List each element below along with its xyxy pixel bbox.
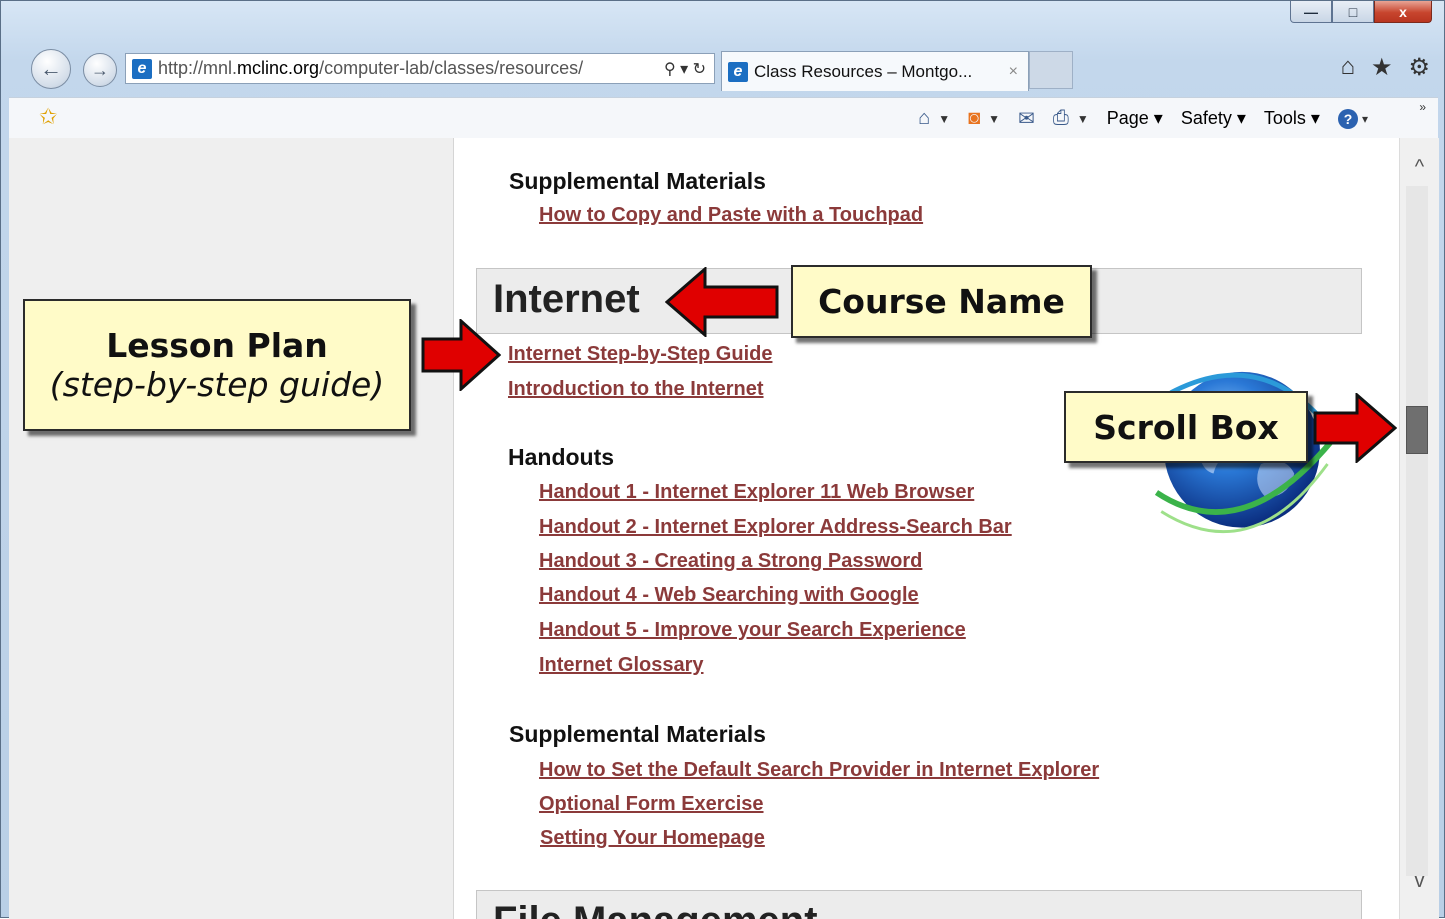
left-sidebar xyxy=(9,138,454,919)
section-heading-handouts: Handouts xyxy=(508,444,615,470)
scroll-box-thumb[interactable] xyxy=(1406,406,1428,454)
link-introduction-to-internet[interactable]: Introduction to the Internet xyxy=(508,378,764,401)
safety-menu[interactable]: Safety ▾ xyxy=(1181,108,1246,129)
command-bar-overflow-icon[interactable]: » xyxy=(1419,100,1426,114)
forward-arrow-icon: → xyxy=(91,59,109,80)
link-handout-2[interactable]: Handout 2 - Internet Explorer Address-Se… xyxy=(539,516,1012,539)
course-header-file-management: File Management xyxy=(476,890,1362,919)
link-default-search-provider[interactable]: How to Set the Default Search Provider i… xyxy=(539,759,1099,782)
tab-close-icon[interactable]: × xyxy=(1009,63,1018,81)
minimize-button[interactable]: — xyxy=(1290,1,1332,23)
close-button[interactable]: x xyxy=(1374,1,1432,23)
browser-window: — □ x ← → e http://mnl.mclinc.org/comput… xyxy=(0,0,1445,919)
home-icon[interactable]: ⌂ xyxy=(1340,53,1355,82)
address-bar[interactable]: e http://mnl.mclinc.org/computer-lab/cla… xyxy=(125,53,715,84)
link-setting-homepage[interactable]: Setting Your Homepage xyxy=(540,827,765,850)
next-course-title: File Management xyxy=(493,899,818,919)
link-handout-5[interactable]: Handout 5 - Improve your Search Experien… xyxy=(539,619,966,642)
search-refresh-controls[interactable]: ⚲ ▾ ↻ xyxy=(664,59,706,79)
scroll-up-icon[interactable]: ^ xyxy=(1400,156,1439,179)
course-title: Internet xyxy=(493,277,640,321)
arrow-to-course-title-icon xyxy=(665,267,779,337)
rss-feed-icon[interactable]: ◙ xyxy=(968,107,980,130)
callout-lesson-plan-title: Lesson Plan xyxy=(106,326,328,365)
back-arrow-icon: ← xyxy=(40,56,62,81)
link-internet-step-by-step-guide[interactable]: Internet Step-by-Step Guide xyxy=(508,343,772,366)
site-favicon-icon: e xyxy=(132,58,152,79)
callout-course-name: Course Name xyxy=(791,265,1092,338)
favorites-star-icon[interactable]: ★ xyxy=(1371,53,1393,82)
page-viewport: Supplemental Materials How to Copy and P… xyxy=(9,138,1399,919)
address-url[interactable]: http://mnl.mclinc.org/computer-lab/class… xyxy=(158,58,664,79)
read-mail-icon[interactable]: ✉ xyxy=(1018,106,1035,131)
scroll-down-icon[interactable]: v xyxy=(1400,870,1439,893)
home-page-icon[interactable]: ⌂ xyxy=(918,107,930,130)
browser-right-icons: ⌂ ★ ⚙ xyxy=(1340,53,1430,82)
page-content: Supplemental Materials How to Copy and P… xyxy=(454,138,1399,919)
print-icon[interactable]: ⎙ xyxy=(1053,107,1069,130)
section-heading-supplemental: Supplemental Materials xyxy=(509,721,766,747)
caption-buttons: — □ x xyxy=(1290,1,1432,23)
tab-title: Class Resources – Montgo... xyxy=(754,61,973,81)
link-handout-3[interactable]: Handout 3 - Creating a Strong Password xyxy=(539,550,922,573)
maximize-button[interactable]: □ xyxy=(1332,1,1374,23)
back-button[interactable]: ← xyxy=(31,49,71,89)
link-internet-glossary[interactable]: Internet Glossary xyxy=(539,654,704,677)
help-icon[interactable]: ? xyxy=(1337,108,1358,129)
callout-scroll-box: Scroll Box xyxy=(1064,391,1308,463)
tools-menu[interactable]: Tools ▾ xyxy=(1264,108,1320,129)
new-tab-button[interactable] xyxy=(1029,51,1073,89)
tab-class-resources[interactable]: e Class Resources – Montgo... × xyxy=(721,51,1029,91)
settings-gear-icon[interactable]: ⚙ xyxy=(1408,53,1430,82)
link-handout-1[interactable]: Handout 1 - Internet Explorer 11 Web Bro… xyxy=(539,481,974,504)
tab-favicon-icon: e xyxy=(728,61,748,82)
scrollbar-track[interactable] xyxy=(1406,186,1428,876)
arrow-to-scroll-box-icon xyxy=(1313,393,1397,463)
page-menu[interactable]: Page ▾ xyxy=(1107,108,1163,129)
command-bar: ✩ ⌂ ▼ ◙ ▼ ✉ ⎙ ▼ Page ▾ Safety ▾ Tools ▾ ? ▾ … xyxy=(9,97,1438,139)
section-heading-supplemental-top: Supplemental Materials xyxy=(509,168,766,194)
link-copy-paste-touchpad[interactable]: How to Copy and Paste with a Touchpad xyxy=(539,204,923,227)
add-favorites-icon[interactable]: ✩ xyxy=(39,104,57,130)
callout-lesson-plan-sub: (step-by-step guide) xyxy=(49,365,385,404)
callout-scroll-box-text: Scroll Box xyxy=(1093,407,1279,447)
callout-course-name-text: Course Name xyxy=(818,282,1065,321)
callout-lesson-plan: Lesson Plan (step-by-step guide) xyxy=(23,299,411,431)
link-handout-4[interactable]: Handout 4 - Web Searching with Google xyxy=(539,584,919,607)
arrow-to-lesson-link-icon xyxy=(421,319,501,391)
vertical-scrollbar[interactable]: ^ v xyxy=(1399,138,1439,919)
link-optional-form-exercise[interactable]: Optional Form Exercise xyxy=(539,793,764,816)
forward-button[interactable]: → xyxy=(83,53,117,87)
